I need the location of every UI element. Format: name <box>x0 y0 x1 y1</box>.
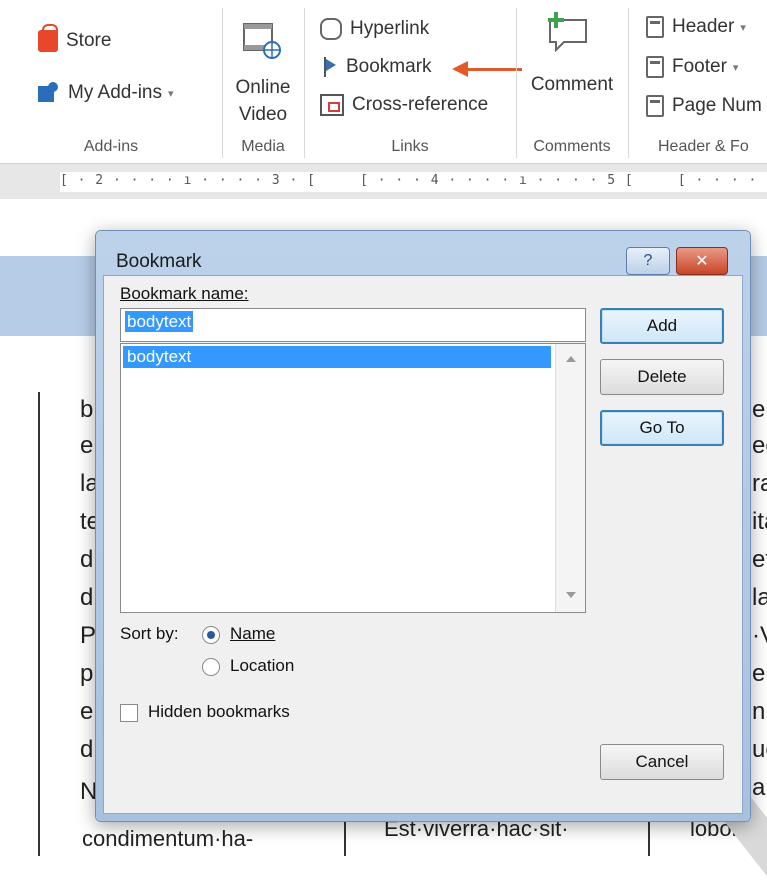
chevron-down-icon: ▾ <box>167 87 174 100</box>
add-button[interactable]: Add <box>600 308 724 344</box>
page-number-button[interactable]: Page Num <box>646 95 762 117</box>
cross-reference-icon <box>320 94 344 116</box>
help-button[interactable]: ? <box>626 247 670 275</box>
online-video-icon <box>243 23 281 59</box>
hidden-bookmarks-label[interactable]: Hidden bookmarks <box>148 702 290 722</box>
ruler-ticks: [ · 2 · · · · ı · · · · 3 · [ [ · · · 4 … <box>60 173 767 188</box>
group-label-header-footer: Header & Fo <box>658 138 749 155</box>
group-label-media: Media <box>241 138 285 155</box>
store-button[interactable]: Store <box>38 24 112 52</box>
document-text-fragment: e <box>80 698 94 725</box>
group-label-comments: Comments <box>533 138 611 155</box>
list-item[interactable]: bodytext <box>123 346 551 368</box>
comment-label: Comment <box>530 74 614 95</box>
hidden-bookmarks-checkbox[interactable] <box>120 704 138 722</box>
comment-button[interactable]: Comment <box>516 0 628 130</box>
document-text-fragment: er <box>752 396 767 423</box>
document-text-fragment: ita <box>752 508 767 535</box>
online-video-label-line2: Video <box>238 104 288 125</box>
hyperlink-icon <box>320 18 342 40</box>
header-button[interactable]: Header ▾ <box>646 16 746 38</box>
sort-location-radio[interactable] <box>202 658 220 676</box>
sort-name-label[interactable]: Name <box>230 624 275 644</box>
document-text-fragment: ra <box>752 470 767 497</box>
close-icon: ✕ <box>695 253 709 270</box>
sort-name-radio[interactable] <box>202 626 220 644</box>
vertical-scrollbar[interactable] <box>555 344 585 612</box>
group-label-addins: Add-ins <box>83 138 139 155</box>
bookmark-flag-icon <box>324 57 338 77</box>
store-label: Store <box>66 30 112 51</box>
group-comments: Comment Comments <box>516 0 628 160</box>
document-text-fragment: ·V <box>752 622 767 649</box>
bookmark-label: Bookmark <box>346 56 432 77</box>
online-video-label-line1: Online <box>235 77 291 98</box>
sort-by-label: Sort by: <box>120 624 179 643</box>
bookmark-dialog: Bookmark ? ✕ Bookmark name: bodytext bod… <box>95 230 751 822</box>
document-text-fragment: a <box>752 774 766 801</box>
document-text-fragment: e <box>80 432 94 459</box>
header-icon <box>646 16 664 38</box>
cross-reference-button[interactable]: Cross-reference <box>320 94 488 116</box>
bookmark-name-label-text: Bookmark name: <box>120 284 249 303</box>
document-text-fragment: et <box>752 546 767 573</box>
store-icon <box>38 24 58 52</box>
callout-arrow-line <box>466 68 522 71</box>
page-number-label: Page Num <box>672 95 762 116</box>
go-to-button[interactable]: Go To <box>600 410 724 446</box>
online-video-button[interactable]: Online Video <box>222 0 304 130</box>
page-number-icon <box>646 95 664 117</box>
group-label-links: Links <box>391 138 429 155</box>
my-addins-label: My Add-ins <box>68 82 162 103</box>
chevron-down-icon: ▾ <box>740 21 746 34</box>
footer-icon <box>646 56 664 78</box>
group-header-footer: Header ▾ Footer ▾ Page Num Header & Fo <box>628 0 767 160</box>
group-links: Hyperlink Bookmark Cross-reference Links <box>304 0 522 160</box>
hyperlink-label: Hyperlink <box>350 18 430 39</box>
scroll-up-icon[interactable] <box>566 356 576 362</box>
cancel-button[interactable]: Cancel <box>600 744 724 780</box>
group-media: Online Video Media <box>222 0 304 160</box>
close-button[interactable]: ✕ <box>676 247 728 275</box>
document-text-fragment: p <box>80 660 94 687</box>
bookmark-button[interactable]: Bookmark <box>324 56 432 78</box>
new-comment-icon <box>548 12 587 52</box>
column-left-border <box>38 392 40 856</box>
callout-arrow-icon <box>452 61 468 77</box>
my-addins-button[interactable]: My Add-ins ▾ <box>38 82 174 104</box>
footer-button[interactable]: Footer ▾ <box>646 56 738 78</box>
delete-button[interactable]: Delete <box>600 359 724 395</box>
chevron-down-icon: ▾ <box>732 61 739 74</box>
document-text-fragment: ec <box>752 432 767 459</box>
addins-icon <box>38 82 60 104</box>
document-text-left: condimentum·ha- <box>82 826 254 851</box>
document-text-fragment: P <box>80 622 97 649</box>
document-text-fragment: la <box>752 584 767 611</box>
document-text-fragment: d <box>80 584 94 611</box>
bookmark-list[interactable]: bodytext <box>120 343 586 613</box>
horizontal-ruler[interactable]: [ · 2 · · · · ı · · · · 3 · [ [ · · · 4 … <box>0 163 767 199</box>
dialog-title: Bookmark <box>116 251 202 272</box>
document-text-fragment: d <box>80 546 94 573</box>
hyperlink-button[interactable]: Hyperlink <box>320 18 429 40</box>
help-icon: ? <box>643 252 653 269</box>
cross-reference-label: Cross-reference <box>352 94 489 115</box>
sort-location-label[interactable]: Location <box>230 656 294 676</box>
ribbon: Store My Add-ins ▾ Add-ins Online Video <box>0 0 767 160</box>
bookmark-name-input[interactable]: bodytext <box>120 308 586 342</box>
document-text-fragment: b <box>80 396 94 423</box>
document-text-fragment: er <box>752 660 767 687</box>
group-addins: Store My Add-ins ▾ Add-ins <box>0 0 222 160</box>
document-text-fragment: n· <box>752 698 767 725</box>
footer-label: Footer <box>672 56 727 77</box>
header-label: Header <box>672 16 735 37</box>
bookmark-name-label: Bookmark name: <box>120 284 249 304</box>
bookmark-name-value: bodytext <box>125 311 194 332</box>
dialog-body: Bookmark name: bodytext bodytext Add Del… <box>103 275 743 814</box>
document-text-fragment: ue <box>752 736 767 763</box>
document-text-fragment: d <box>80 736 94 763</box>
scroll-down-icon[interactable] <box>566 592 576 598</box>
